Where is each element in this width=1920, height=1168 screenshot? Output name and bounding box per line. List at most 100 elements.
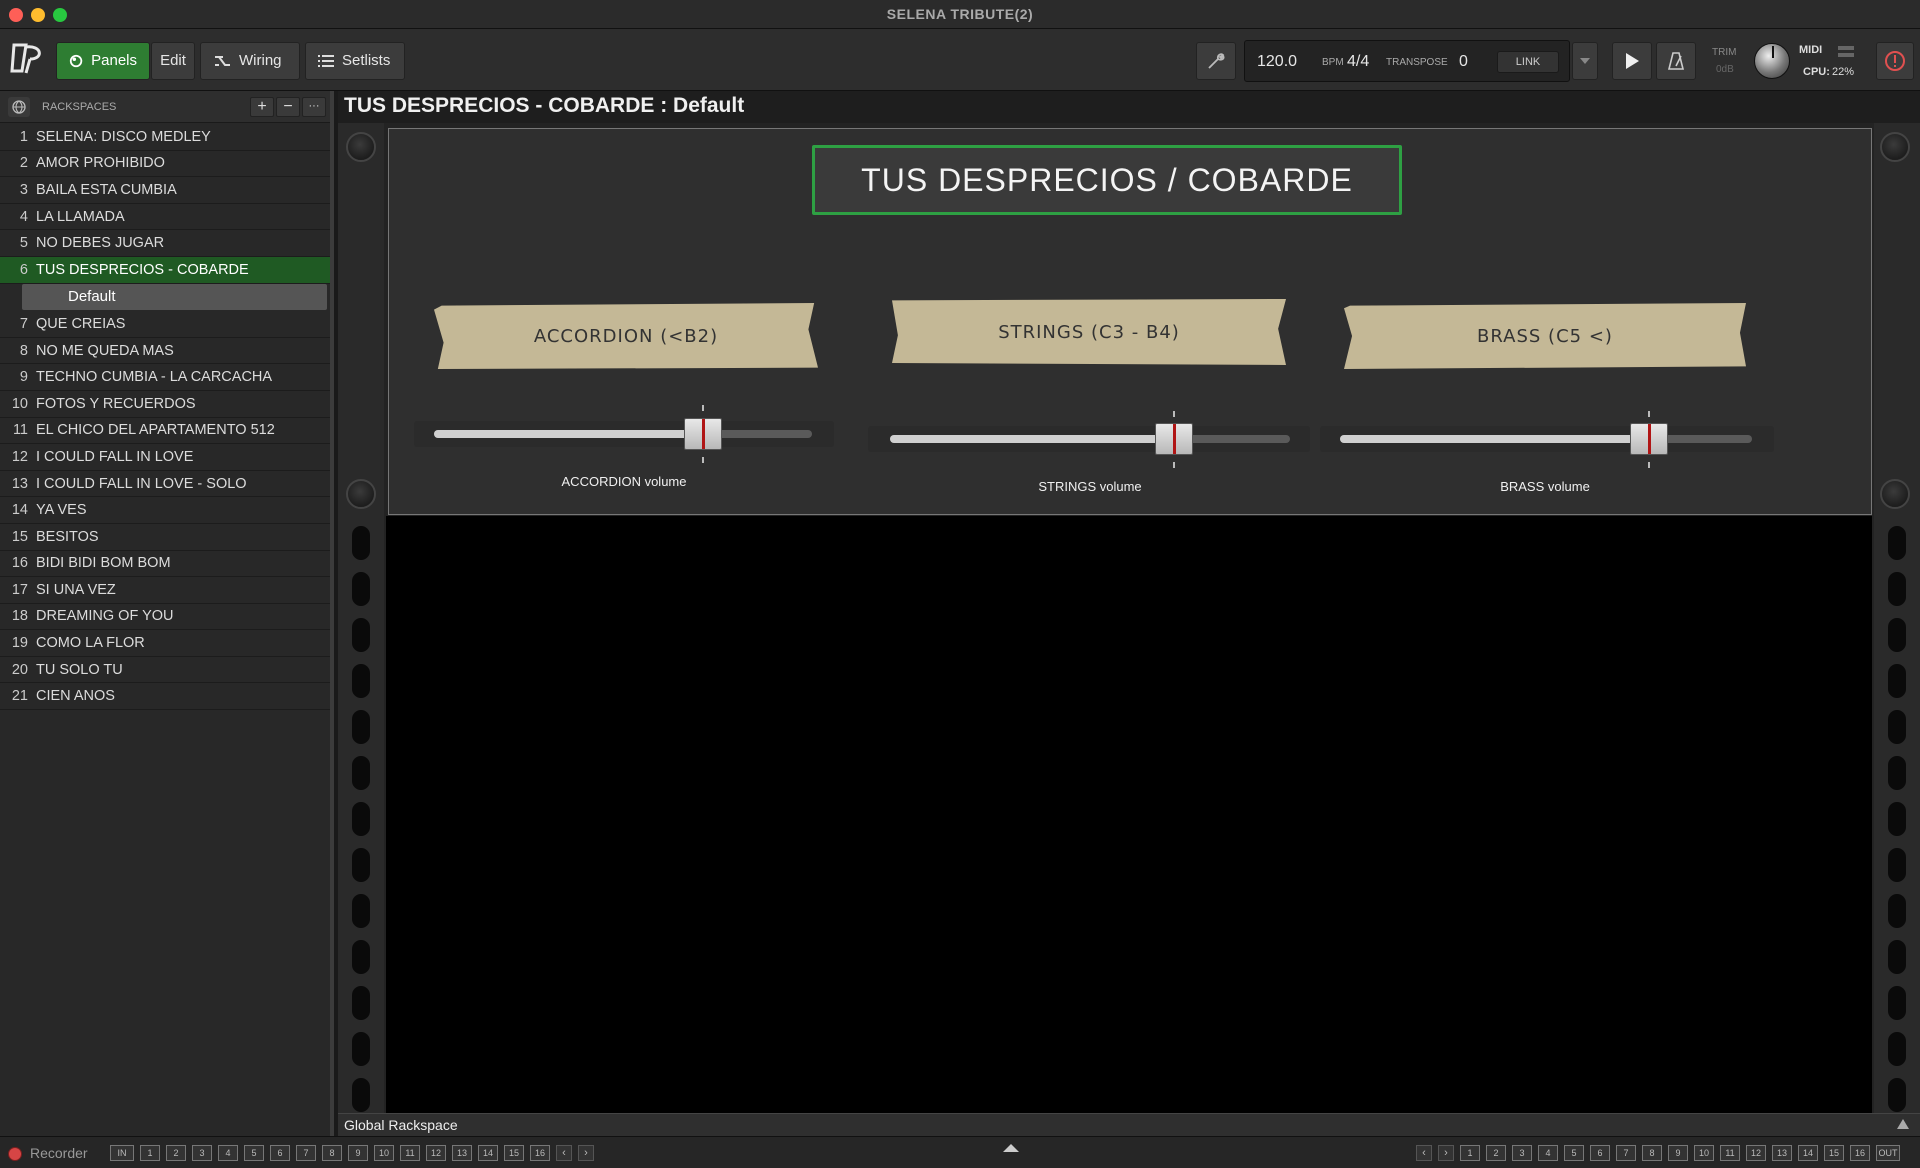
transpose-value[interactable]: 0 — [1459, 53, 1468, 71]
channel-5-button[interactable]: 5 — [244, 1145, 264, 1161]
sidebar-item-rackspace[interactable]: 16 BIDI BIDI BOM BOM — [0, 550, 330, 578]
sidebar-item-rackspace[interactable]: 21 CIEN ANOS — [0, 683, 330, 711]
channel-10-button[interactable]: 10 — [1694, 1145, 1714, 1161]
sidebar-item-rackspace[interactable]: 4 LA LLAMADA — [0, 203, 330, 231]
channel-7-button[interactable]: 7 — [296, 1145, 316, 1161]
recorder-label[interactable]: Recorder — [30, 1145, 88, 1161]
sidebar-item-rackspace[interactable]: 10 FOTOS Y RECUERDOS — [0, 390, 330, 418]
channel-15-button[interactable]: 15 — [504, 1145, 524, 1161]
rack-screw — [1880, 132, 1910, 162]
more-options-button[interactable]: ··· — [302, 97, 326, 117]
wiring-button[interactable]: Wiring — [200, 42, 300, 80]
sidebar-item-rackspace[interactable]: 8 NO ME QUEDA MAS — [0, 337, 330, 365]
global-rackspace-bar[interactable]: Global Rackspace — [338, 1113, 1920, 1136]
channel-11-button[interactable]: 11 — [1720, 1145, 1740, 1161]
rackspace-name: BAILA ESTA CUMBIA — [36, 181, 177, 198]
sidebar-item-rackspace[interactable]: 13 I COULD FALL IN LOVE - SOLO — [0, 470, 330, 498]
channel-2-button[interactable]: 2 — [1486, 1145, 1506, 1161]
sidebar-item-rackspace[interactable]: 1 SELENA: DISCO MEDLEY — [0, 124, 330, 151]
channel-10-button[interactable]: 10 — [374, 1145, 394, 1161]
channel-13-button[interactable]: 13 — [452, 1145, 472, 1161]
channel-6-button[interactable]: 6 — [270, 1145, 290, 1161]
brass-volume-slider-thumb[interactable] — [1630, 423, 1668, 455]
expand-panel-icon[interactable] — [1001, 1143, 1021, 1153]
link-button[interactable]: LINK — [1497, 51, 1559, 73]
metronome-button[interactable] — [1656, 42, 1696, 80]
edit-button[interactable]: Edit — [151, 42, 195, 80]
channel-next-button[interactable]: › — [578, 1145, 594, 1161]
channel-12-button[interactable]: 12 — [426, 1145, 446, 1161]
panels-button[interactable]: Panels — [56, 42, 150, 80]
rackspace-number: 17 — [11, 581, 28, 598]
alert-button[interactable] — [1876, 42, 1914, 80]
channel-12-button[interactable]: 12 — [1746, 1145, 1766, 1161]
channel-6-button[interactable]: 6 — [1590, 1145, 1610, 1161]
channel-2-button[interactable]: 2 — [166, 1145, 186, 1161]
bpm-value[interactable]: 120.0 — [1257, 53, 1297, 71]
channel-15-button[interactable]: 15 — [1824, 1145, 1844, 1161]
setlists-button[interactable]: Setlists — [305, 42, 405, 80]
rackspace-number: 19 — [11, 635, 28, 652]
channel-5-button[interactable]: 5 — [1564, 1145, 1584, 1161]
channel-14-button[interactable]: 14 — [1798, 1145, 1818, 1161]
add-rackspace-button[interactable]: + — [250, 97, 274, 117]
sidebar-item-rackspace[interactable]: 14 YA VES — [0, 497, 330, 524]
sidebar-item-rackspace[interactable]: 19 COMO LA FLOR — [0, 630, 330, 657]
channel-9-button[interactable]: 9 — [1668, 1145, 1688, 1161]
channel-4-button[interactable]: 4 — [218, 1145, 238, 1161]
channel-prev-button[interactable]: ‹ — [1416, 1145, 1432, 1161]
rack-screw — [346, 132, 376, 162]
sidebar-item-rackspace[interactable]: 3 BAILA ESTA CUMBIA — [0, 177, 330, 204]
variation-item[interactable]: Default — [22, 283, 327, 311]
channel-13-button[interactable]: 13 — [1772, 1145, 1792, 1161]
channel-next-button[interactable]: › — [1438, 1145, 1454, 1161]
channel-3-button[interactable]: 3 — [1512, 1145, 1532, 1161]
strings-volume-slider-thumb[interactable] — [1155, 423, 1193, 455]
play-button[interactable] — [1612, 42, 1652, 80]
record-icon[interactable] — [8, 1147, 22, 1161]
trim-knob[interactable] — [1754, 43, 1790, 79]
sidebar-item-rackspace[interactable]: 12 I COULD FALL IN LOVE — [0, 444, 330, 471]
channel-prev-button[interactable]: ‹ — [556, 1145, 572, 1161]
channel-1-button[interactable]: 1 — [1460, 1145, 1480, 1161]
sidebar-item-rackspace[interactable]: 9 TECHNO CUMBIA - LA CARCACHA — [0, 364, 330, 391]
sidebar-item-rackspace[interactable]: 17 SI UNA VEZ — [0, 577, 330, 604]
channel-11-button[interactable]: 11 — [400, 1145, 420, 1161]
channel-9-button[interactable]: 9 — [348, 1145, 368, 1161]
remove-rackspace-button[interactable]: − — [276, 97, 300, 117]
rackspace-name: SI UNA VEZ — [36, 581, 116, 598]
transport-dropdown-button[interactable] — [1572, 42, 1598, 80]
sidebar-item-rackspace[interactable]: 6 TUS DESPRECIOS - COBARDE — [0, 256, 330, 284]
time-signature-value[interactable]: 4/4 — [1347, 53, 1369, 71]
channel-4-button[interactable]: 4 — [1538, 1145, 1558, 1161]
channel-8-button[interactable]: 8 — [1642, 1145, 1662, 1161]
midi-in-label[interactable]: IN — [110, 1145, 134, 1161]
channel-16-button[interactable]: 16 — [530, 1145, 550, 1161]
rackspace-number: 11 — [12, 422, 28, 439]
sidebar-item-rackspace[interactable]: 2 AMOR PROHIBIDO — [0, 150, 330, 178]
accordion-volume-slider-thumb[interactable] — [684, 418, 722, 450]
sidebar-item-rackspace[interactable]: 5 NO DEBES JUGAR — [0, 230, 330, 257]
sidebar-item-rackspace[interactable]: 15 BESITOS — [0, 523, 330, 551]
sidebar-item-rackspace[interactable]: 7 QUE CREIAS — [0, 311, 330, 338]
panels-icon — [69, 54, 83, 68]
sidebar-item-rackspace[interactable]: 20 TU SOLO TU — [0, 656, 330, 684]
toolbar: Panels Edit Wiring Setlists 120.0 BPM 4/… — [0, 29, 1920, 91]
channel-14-button[interactable]: 14 — [478, 1145, 498, 1161]
sidebar-item-rackspace[interactable]: 18 DREAMING OF YOU — [0, 603, 330, 631]
bpm-label: BPM — [1322, 57, 1344, 68]
channel-7-button[interactable]: 7 — [1616, 1145, 1636, 1161]
channel-1-button[interactable]: 1 — [140, 1145, 160, 1161]
rackspace-name: SELENA: DISCO MEDLEY — [36, 128, 211, 145]
channel-3-button[interactable]: 3 — [192, 1145, 212, 1161]
rail-hole — [1888, 526, 1906, 560]
rackspace-number: 13 — [11, 475, 28, 492]
midi-out-label[interactable]: OUT — [1876, 1145, 1900, 1161]
channel-8-button[interactable]: 8 — [322, 1145, 342, 1161]
expand-up-icon[interactable] — [1896, 1118, 1910, 1130]
tools-button[interactable] — [1196, 42, 1236, 80]
sidebar-item-rackspace[interactable]: 11 EL CHICO DEL APARTAMENTO 512 — [0, 417, 330, 445]
channel-16-button[interactable]: 16 — [1850, 1145, 1870, 1161]
global-view-button[interactable] — [8, 97, 30, 117]
rail-hole — [352, 894, 370, 928]
